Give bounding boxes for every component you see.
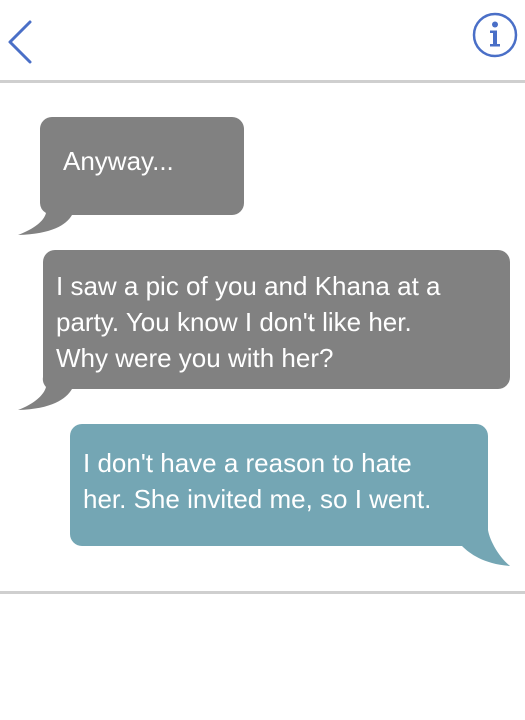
chat-header: [0, 0, 525, 82]
info-icon: [472, 12, 518, 58]
chevron-left-icon: [8, 20, 32, 64]
message-thread: Anyway... I saw a pic of you and Khana a…: [0, 83, 525, 591]
back-button[interactable]: [2, 18, 42, 66]
info-button[interactable]: [469, 12, 521, 58]
message-text: I don't have a reason to hate her. She i…: [83, 448, 432, 514]
message-text: I saw a pic of you and Khana at a party.…: [56, 271, 441, 373]
message-text: Anyway...: [63, 146, 174, 176]
footer-area: [0, 594, 525, 720]
